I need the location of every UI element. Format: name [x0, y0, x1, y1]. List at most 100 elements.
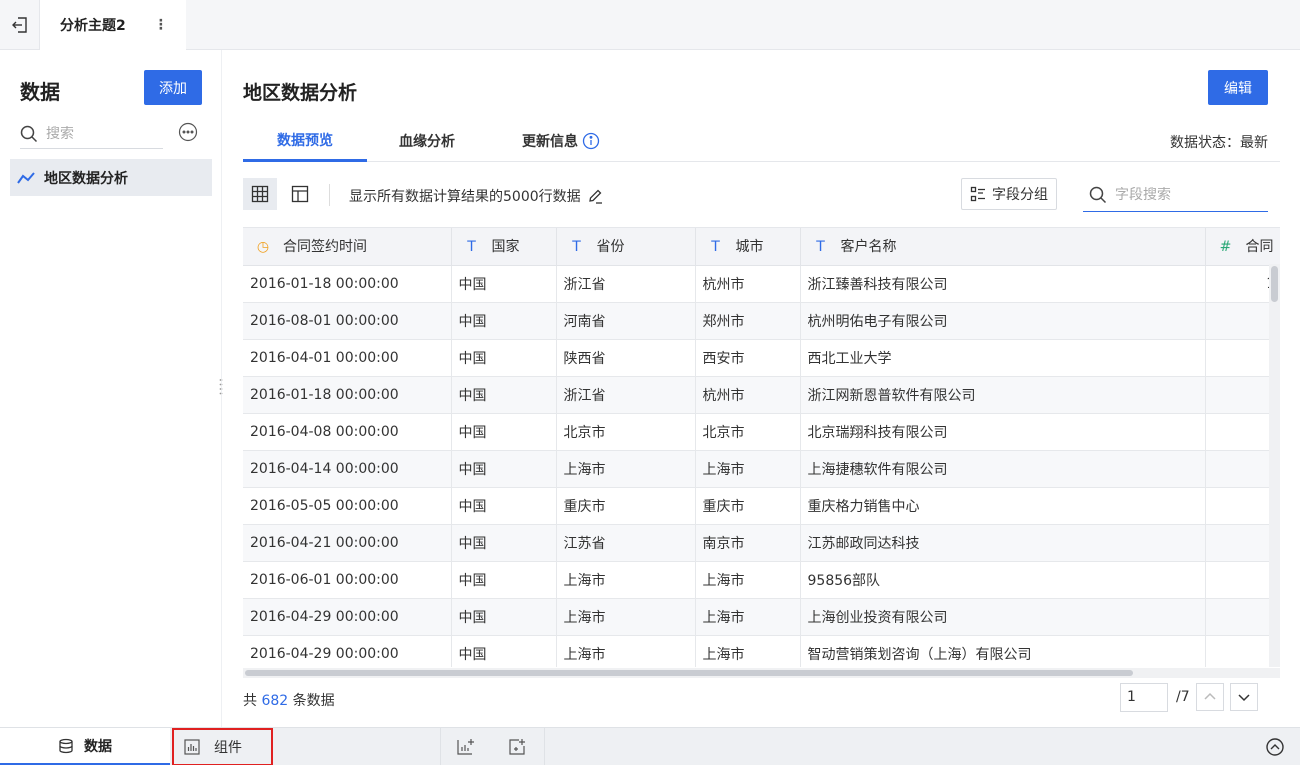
- row-count-suffix: 条数据: [292, 693, 335, 709]
- field-group-button[interactable]: 字段分组: [961, 178, 1057, 210]
- search-icon: [1089, 186, 1107, 203]
- bottom-tab-component[interactable]: 组件: [172, 728, 273, 765]
- horizontal-scrollbar[interactable]: [245, 670, 1133, 676]
- data-status: 数据状态：最新: [1170, 135, 1268, 151]
- table-cell: 陕西省: [556, 339, 696, 377]
- tab-lineage-analysis[interactable]: 血缘分析: [399, 120, 455, 162]
- column-header[interactable]: T 客户名称: [800, 228, 1206, 266]
- table-row[interactable]: 2016-08-01 00:00:00中国河南省郑州市杭州明佑电子有限公司1: [243, 302, 1280, 340]
- column-header[interactable]: T 省份: [556, 228, 696, 266]
- table-row[interactable]: 2016-04-08 00:00:00中国北京市北京市北京瑞翔科技有限公司2: [243, 413, 1280, 451]
- topic-more-icon[interactable]: ⋮: [154, 17, 168, 33]
- main-panel: 地区数据分析 编辑 数据预览 血缘分析 更新信息 数据状态：最新 显示所有数据计…: [223, 50, 1300, 727]
- table-row[interactable]: 2016-04-01 00:00:00中国陕西省西安市西北工业大学4: [243, 339, 1280, 377]
- table-cell: 95856部队: [800, 561, 1206, 599]
- pagination: /7: [1120, 682, 1258, 712]
- database-icon: [59, 738, 73, 753]
- bottom-divider: [440, 728, 441, 765]
- sidebar-item-region-analysis[interactable]: 地区数据分析: [10, 159, 212, 196]
- column-header[interactable]: # 合同: [1205, 228, 1280, 266]
- vertical-scrollbar[interactable]: [1271, 266, 1278, 302]
- table-row[interactable]: 2016-04-14 00:00:00中国上海市上海市上海捷穗软件有限公司2: [243, 450, 1280, 488]
- table-row[interactable]: 2016-04-29 00:00:00 中国 上海市 上海市 智动营销策划咨询（上海）有…: [243, 635, 1280, 667]
- table-cell: 中国: [451, 265, 557, 303]
- page-title: 地区数据分析: [243, 82, 358, 104]
- table-row[interactable]: 2016-01-18 00:00:00中国浙江省杭州市浙江网新恩普软件有限公司2: [243, 376, 1280, 414]
- table-row[interactable]: 2016-05-05 00:00:00中国重庆市重庆市重庆格力销售中心2: [243, 487, 1280, 525]
- table-cell: 2016-04-29 00:00:00: [243, 598, 452, 636]
- table-cell: 江苏邮政同达科技: [800, 524, 1206, 562]
- topic-title: 分析主题2: [60, 17, 126, 34]
- grid-view-button[interactable]: [243, 178, 277, 210]
- table-cell: 2016-01-18 00:00:00: [243, 265, 452, 303]
- row-count-prefix: 共: [243, 693, 257, 709]
- add-button[interactable]: 添加: [144, 70, 202, 105]
- edit-pencil-icon[interactable]: [587, 188, 603, 204]
- table-cell: 上海创业投资有限公司: [800, 598, 1206, 636]
- table-cell: 杭州明佑电子有限公司: [800, 302, 1206, 340]
- add-chart-icon[interactable]: [456, 737, 476, 757]
- table-cell: 浙江省: [556, 265, 696, 303]
- column-header-label: 国家: [491, 239, 520, 256]
- more-options-icon[interactable]: [178, 122, 198, 142]
- table-cell: 南京市: [695, 524, 801, 562]
- exit-button[interactable]: [0, 0, 40, 50]
- prev-page-button[interactable]: [1195, 683, 1224, 711]
- preview-toolbar: 显示所有数据计算结果的5000行数据 字段分组: [243, 178, 1280, 212]
- column-header[interactable]: T 国家: [451, 228, 557, 266]
- column-header-label: 合同签约时间: [283, 239, 367, 256]
- table-cell: 上海市: [556, 450, 696, 488]
- table-row[interactable]: 2016-01-18 00:00:00中国浙江省杭州市浙江臻善科技有限公司1,2: [243, 265, 1280, 303]
- table-body: 2016-01-18 00:00:00中国浙江省杭州市浙江臻善科技有限公司1,2…: [243, 265, 1280, 667]
- vertical-scroll-track[interactable]: [1269, 264, 1280, 667]
- edit-button[interactable]: 编辑: [1208, 70, 1268, 105]
- tab-update-info[interactable]: 更新信息: [522, 120, 600, 162]
- table-cell: 中国: [451, 413, 557, 451]
- tab-data-preview[interactable]: 数据预览: [243, 120, 367, 162]
- table-cell: 2016-04-01 00:00:00: [243, 339, 452, 377]
- table-cell: 上海市: [695, 561, 801, 599]
- table-cell: 中国: [451, 302, 557, 340]
- bottom-divider: [544, 728, 545, 765]
- number-type-icon: #: [1219, 239, 1232, 256]
- table-header-row: ◷ 合同签约时间 T 国家 T 省份 T 城市 T 客户名称 # 合同: [243, 228, 1280, 266]
- info-icon[interactable]: [582, 132, 600, 150]
- table-cell: 江苏省: [556, 524, 696, 562]
- table-row[interactable]: 2016-04-21 00:00:00中国江苏省南京市江苏邮政同达科技1: [243, 524, 1280, 562]
- table-cell: 西安市: [695, 339, 801, 377]
- text-type-icon: T: [816, 239, 825, 256]
- grid-icon: [251, 185, 269, 203]
- bottom-tab-data[interactable]: 数据: [0, 728, 170, 765]
- search-input[interactable]: [46, 126, 154, 142]
- table-row[interactable]: 2016-04-29 00:00:00中国上海市上海市上海创业投资有限公司2: [243, 598, 1280, 636]
- table-cell: 浙江网新恩普软件有限公司: [800, 376, 1206, 414]
- table-cell: 中国: [451, 450, 557, 488]
- line-chart-icon: [17, 171, 35, 184]
- toolbar-divider: [329, 184, 330, 206]
- next-page-button[interactable]: [1229, 683, 1258, 711]
- exit-icon: [11, 16, 27, 33]
- column-header-label: 合同: [1245, 239, 1274, 256]
- add-component-icon[interactable]: [507, 737, 527, 757]
- row-count-value: 682: [261, 693, 289, 709]
- table-row[interactable]: 2016-06-01 00:00:00中国上海市上海市95856部队5: [243, 561, 1280, 599]
- layout-view-button[interactable]: [283, 178, 317, 210]
- table-cell: 2016-05-05 00:00:00: [243, 487, 452, 525]
- table-cell: 中国: [451, 598, 557, 636]
- data-sidebar: 数据 添加 地区数据分析: [0, 50, 222, 727]
- table-cell: 中国: [451, 339, 557, 377]
- table-cell: 2016-04-29 00:00:00: [243, 635, 452, 667]
- page-input[interactable]: [1120, 682, 1168, 712]
- table-cell: 浙江臻善科技有限公司: [800, 265, 1206, 303]
- table-cell: 北京市: [695, 413, 801, 451]
- table-cell: 上海市: [556, 598, 696, 636]
- collapse-up-icon[interactable]: [1265, 737, 1285, 757]
- clock-icon: ◷: [256, 239, 270, 256]
- chevron-up-icon: [1204, 692, 1216, 700]
- table-cell: 西北工业大学: [800, 339, 1206, 377]
- column-header[interactable]: T 城市: [695, 228, 801, 266]
- column-header[interactable]: ◷ 合同签约时间: [243, 228, 452, 266]
- row-count: 共 682 条数据: [243, 690, 335, 710]
- field-search-input[interactable]: [1115, 186, 1265, 203]
- topic-tab[interactable]: 分析主题2 ⋮: [40, 0, 186, 50]
